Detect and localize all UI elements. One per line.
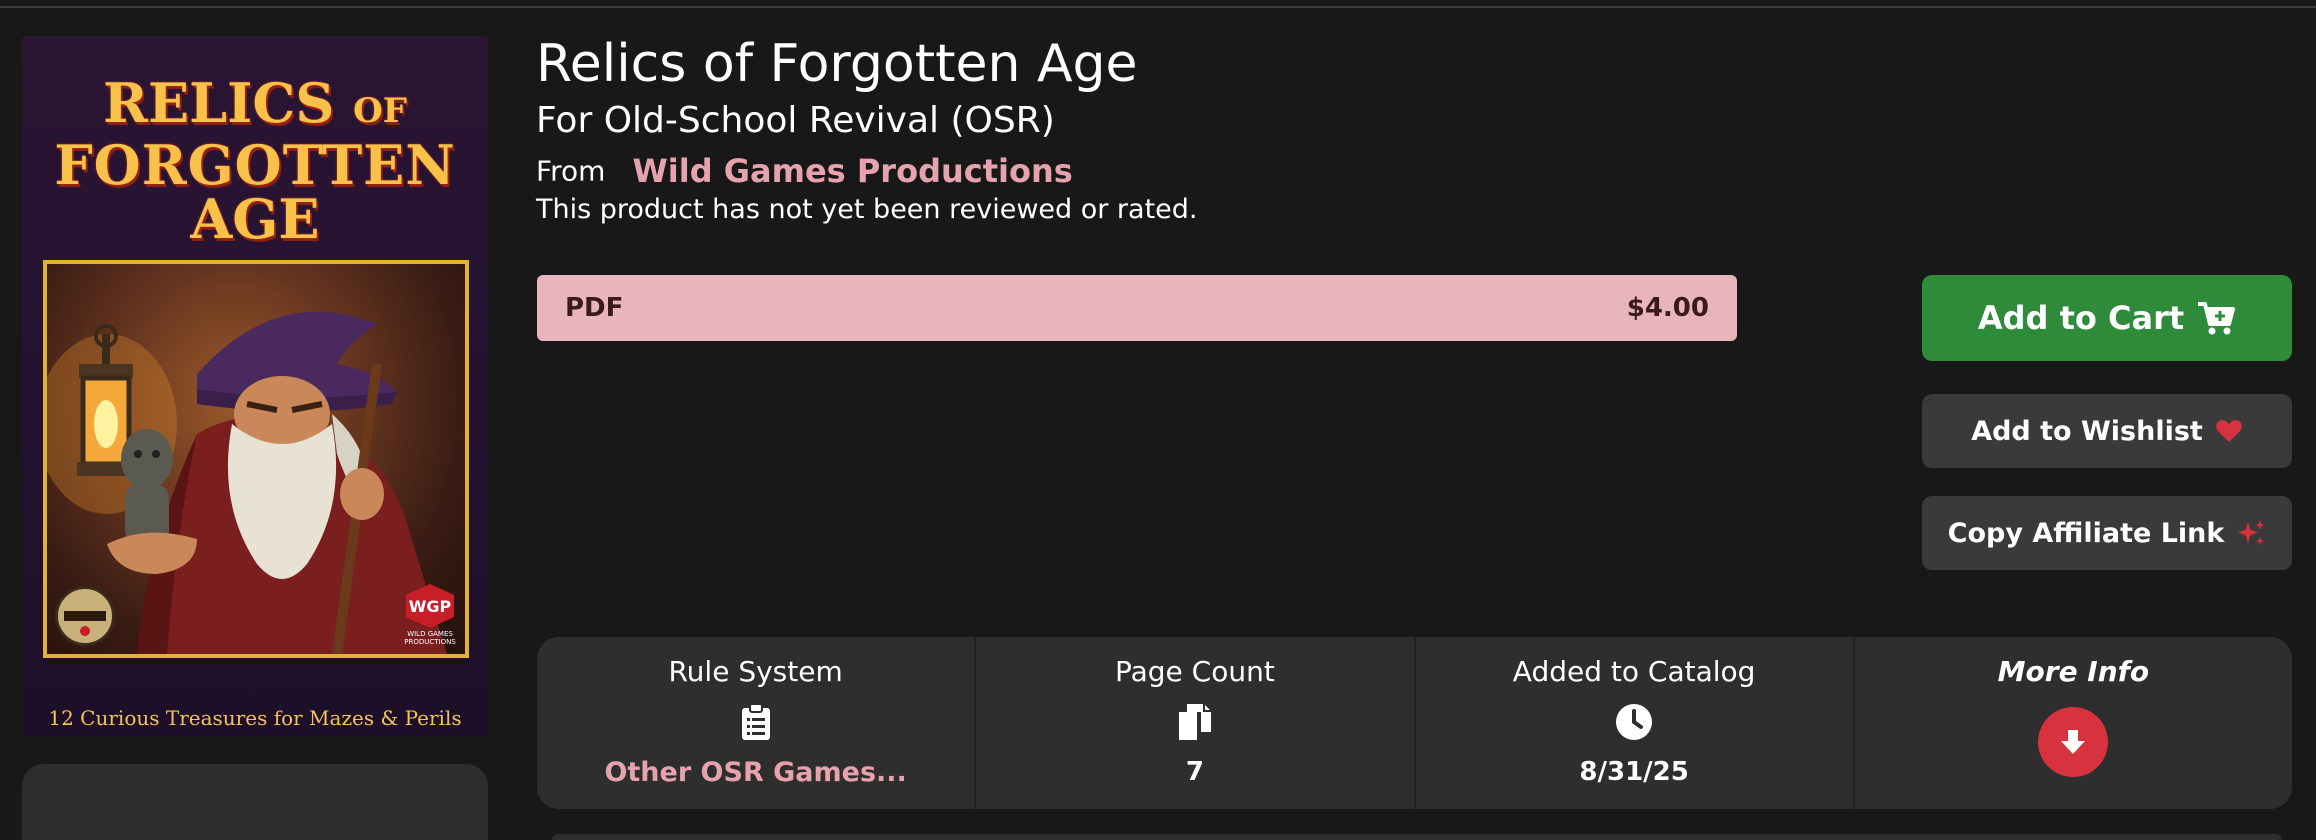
add-to-cart-button[interactable]: Add to Cart — [1922, 275, 2292, 361]
product-subtitle: For Old-School Revival (OSR) — [536, 100, 1055, 141]
wgp-badge: WGP — [406, 584, 454, 628]
cover-tagline: 12 Curious Treasures for Mazes & Perils — [48, 706, 462, 730]
cover-illustration: WGP WILD GAMES PRODUCTIONS — [43, 260, 469, 658]
cover-title: RELICS OF FORGOTTEN AGE — [22, 76, 488, 246]
rule-system-link[interactable]: Other OSR Games... — [537, 757, 974, 788]
sidebar-card — [22, 764, 488, 840]
top-divider — [0, 6, 2316, 8]
page-count-label: Page Count — [1114, 655, 1275, 688]
format-label: PDF — [565, 293, 624, 323]
cover-title-line1: RELICS — [103, 71, 335, 135]
sparkle-icon — [2236, 518, 2266, 548]
added-to-catalog-label: Added to Catalog — [1512, 655, 1756, 688]
heart-icon — [2215, 418, 2243, 444]
publisher-line: From Wild Games Productions — [536, 152, 1073, 190]
product-info-panel: Rule System Other OSR Games... Page Coun… — [537, 637, 2292, 809]
wgp-badge-text: WILD GAMES PRODUCTIONS — [404, 630, 456, 646]
clock-icon — [1416, 703, 1853, 741]
review-status: This product has not yet been reviewed o… — [536, 194, 1198, 225]
cover-title-line3: AGE — [190, 187, 320, 251]
format-price: $4.00 — [1626, 293, 1709, 323]
product-page: RELICS OF FORGOTTEN AGE WGP WILD GAMES P… — [0, 0, 2316, 840]
format-option-pdf[interactable]: PDF $4.00 — [537, 275, 1737, 341]
arrow-down-icon — [2061, 730, 2086, 754]
added-to-catalog-value: 8/31/25 — [1579, 757, 1689, 787]
add-to-wishlist-label: Add to Wishlist — [1971, 415, 2203, 447]
mazes-perils-seal — [55, 586, 115, 646]
product-title: Relics of Forgotten Age — [536, 34, 1138, 94]
wgp-logo: WGP WILD GAMES PRODUCTIONS — [401, 584, 459, 648]
from-label: From — [536, 154, 606, 188]
more-info-button[interactable] — [2038, 707, 2109, 777]
copy-affiliate-link-button[interactable]: Copy Affiliate Link — [1922, 496, 2292, 570]
product-cover-image[interactable]: RELICS OF FORGOTTEN AGE WGP WILD GAMES P… — [22, 36, 488, 736]
clipboard-icon — [537, 703, 974, 741]
add-to-cart-label: Add to Cart — [1977, 299, 2185, 337]
page-count-cell: Page Count 7 — [976, 637, 1416, 809]
rule-system-label: Rule System — [668, 655, 843, 688]
copy-affiliate-label: Copy Affiliate Link — [1947, 517, 2225, 549]
publisher-link[interactable]: Wild Games Productions — [632, 152, 1072, 190]
added-to-catalog-cell: Added to Catalog 8/31/25 — [1416, 637, 1855, 809]
add-to-wishlist-button[interactable]: Add to Wishlist — [1922, 394, 2292, 468]
next-section-edge — [552, 834, 2282, 840]
rule-system-cell: Rule System Other OSR Games... — [537, 637, 977, 809]
copy-pages-icon — [976, 703, 1413, 741]
cover-title-line2: FORGOTTEN — [54, 133, 456, 197]
more-info-cell: More Info — [1855, 637, 2292, 809]
cart-icon — [2196, 300, 2236, 336]
more-info-label: More Info — [1997, 655, 2150, 688]
cover-title-of: OF — [353, 91, 407, 131]
page-count-value: 7 — [1185, 757, 1204, 787]
